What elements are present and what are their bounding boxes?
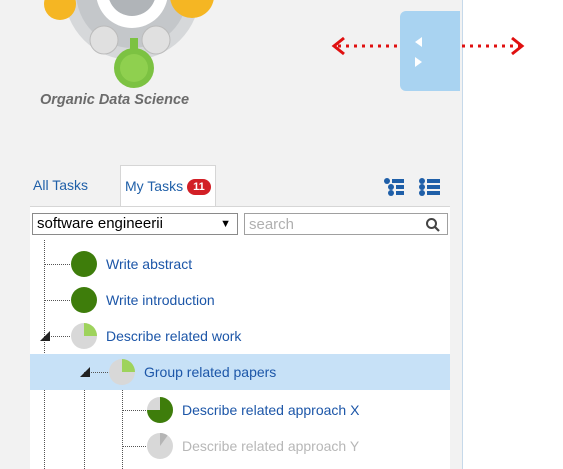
search-input[interactable] bbox=[245, 214, 423, 234]
task-label[interactable]: Describe related approach Y bbox=[182, 428, 359, 464]
progress-pie-slice bbox=[122, 359, 135, 372]
task-tabs: All Tasks My Tasks 11 bbox=[30, 165, 450, 207]
tab-my-tasks[interactable]: My Tasks 11 bbox=[120, 165, 216, 207]
project-filter-value: software engineerii bbox=[37, 215, 163, 232]
tree-connector bbox=[122, 410, 146, 411]
tab-my-tasks-label: My Tasks bbox=[125, 178, 184, 194]
list-view-button[interactable] bbox=[418, 177, 442, 197]
task-row[interactable]: Describe related approach Y bbox=[30, 428, 450, 464]
task-row[interactable]: Write introduction bbox=[30, 282, 450, 318]
progress-pie-bg bbox=[71, 251, 97, 277]
tab-all-tasks-label: All Tasks bbox=[33, 177, 88, 193]
tab-all-tasks[interactable]: All Tasks bbox=[30, 165, 91, 205]
organic-data-science-logo bbox=[44, 0, 214, 88]
task-label[interactable]: Describe related work bbox=[106, 318, 241, 354]
resize-double-arrow-icon bbox=[331, 36, 525, 56]
tree-connector bbox=[44, 300, 70, 301]
task-label[interactable]: Describe related approach X bbox=[182, 392, 359, 428]
task-sidebar: Organic Data Science All Tasks My Tasks 1… bbox=[0, 0, 463, 469]
tree-connector bbox=[122, 446, 146, 447]
collapse-toggle-icon[interactable] bbox=[80, 367, 90, 377]
progress-pie-bg bbox=[71, 287, 97, 313]
task-progress-icon bbox=[71, 287, 97, 313]
task-progress-icon bbox=[71, 251, 97, 277]
task-row[interactable]: Write abstract bbox=[30, 246, 450, 282]
progress-pie-slice bbox=[84, 323, 97, 336]
tree-connector bbox=[44, 264, 70, 265]
task-progress-icon bbox=[71, 323, 97, 349]
search-box bbox=[244, 213, 448, 235]
task-row[interactable]: Describe related approach X bbox=[30, 392, 450, 428]
task-label[interactable]: Group related papers bbox=[144, 354, 276, 390]
tree-view-button[interactable] bbox=[382, 177, 406, 197]
task-progress-icon bbox=[147, 397, 173, 423]
project-filter-select[interactable]: software engineerii ▼ bbox=[32, 213, 238, 235]
collapse-toggle-icon[interactable] bbox=[40, 331, 50, 341]
filter-bar: software engineerii ▼ bbox=[30, 206, 450, 241]
task-row-selected[interactable]: Group related papers bbox=[30, 354, 450, 390]
search-icon[interactable] bbox=[425, 217, 441, 233]
dropdown-caret-icon: ▼ bbox=[220, 218, 231, 230]
task-row[interactable]: Describe related work bbox=[30, 318, 450, 354]
list-view-icon bbox=[419, 178, 440, 196]
my-tasks-count-badge: 11 bbox=[187, 179, 211, 196]
task-label[interactable]: Write introduction bbox=[106, 282, 215, 318]
logo-text: Organic Data Science bbox=[40, 92, 190, 108]
task-tree: Write abstract Write introduction Descri… bbox=[30, 240, 450, 469]
task-label[interactable]: Write abstract bbox=[106, 246, 192, 282]
task-progress-icon bbox=[109, 359, 135, 385]
tree-view-icon bbox=[384, 178, 404, 196]
task-progress-icon bbox=[147, 433, 173, 459]
